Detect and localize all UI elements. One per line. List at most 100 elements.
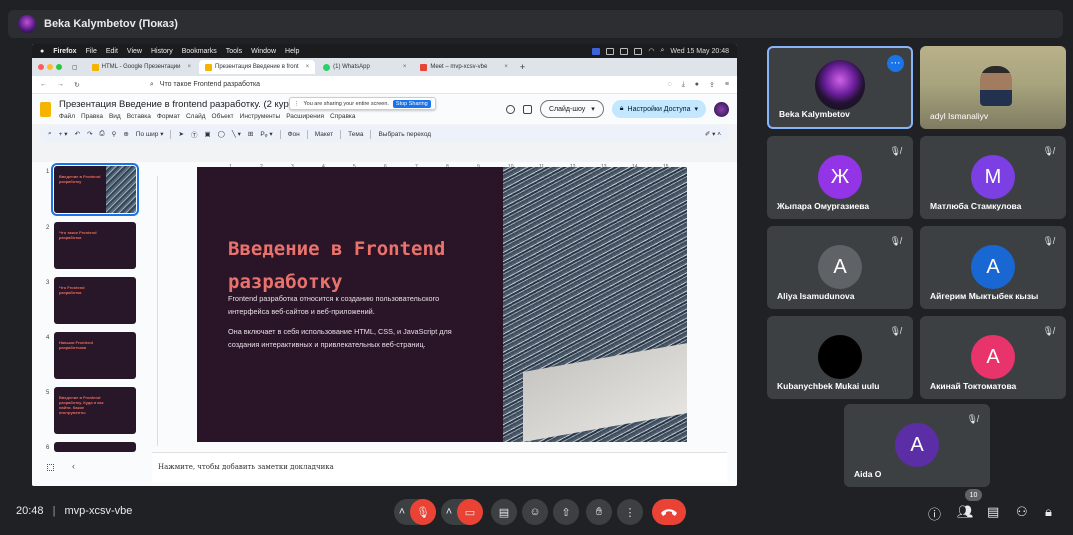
- new-tab-icon[interactable]: +: [520, 62, 525, 72]
- comments-icon[interactable]: [522, 104, 532, 114]
- shape-icon[interactable]: ◯: [218, 130, 225, 138]
- chevron-down-icon[interactable]: ▾: [694, 105, 698, 113]
- tab-overview-icon[interactable]: ▢: [72, 64, 78, 71]
- browser-tab[interactable]: (1) WhatsApp ×: [317, 60, 412, 74]
- slide-paragraph[interactable]: Она включает в себя использование HTML, …: [228, 325, 473, 351]
- account-avatar[interactable]: [714, 101, 729, 117]
- chevron-down-icon[interactable]: ▾: [591, 105, 595, 113]
- participant-tile[interactable]: 🎙︎̸ A Aliya Isamudunova: [767, 226, 913, 309]
- docs-menu-item[interactable]: Объект: [212, 113, 234, 120]
- image-icon[interactable]: ▣: [204, 130, 210, 138]
- docs-menu-item[interactable]: Вставка: [127, 113, 151, 120]
- browser-tab-active[interactable]: Презентация Введение в front ×: [199, 60, 316, 74]
- select-tool-icon[interactable]: ➤: [178, 130, 183, 138]
- present-screen-icon[interactable]: ⇧: [553, 499, 579, 525]
- url-field[interactable]: ⌕ Что такое Frontend разработка: [90, 81, 658, 89]
- emoji-icon[interactable]: ☺: [522, 499, 548, 525]
- slide-thumbnail[interactable]: Что Frontend разработка: [54, 277, 136, 324]
- menubar-item[interactable]: File: [86, 48, 97, 55]
- mic-off-icon[interactable]: 🎙︎: [410, 499, 436, 525]
- docs-menu-item[interactable]: Инструменты: [240, 113, 281, 120]
- docs-menu-item[interactable]: Файл: [59, 113, 75, 120]
- participant-tile[interactable]: 🎙︎̸ A Айгерим Мыктыбек кызы: [920, 226, 1066, 309]
- slide-photo-code-screen[interactable]: [503, 167, 687, 442]
- docs-menu-item[interactable]: Слайд: [186, 113, 206, 120]
- docs-menu-item[interactable]: Вид: [109, 113, 121, 120]
- close-tab-icon[interactable]: ×: [403, 64, 407, 70]
- captions-icon[interactable]: ▤: [491, 499, 517, 525]
- drag-handle-icon[interactable]: ⋮: [294, 101, 300, 107]
- redo-icon[interactable]: ↷: [87, 130, 92, 138]
- host-controls-icon[interactable]: 🔒︎: [1045, 504, 1052, 520]
- pocket-icon[interactable]: ◌: [668, 81, 672, 88]
- participant-tile[interactable]: 🎙︎̸ A Aida O: [844, 404, 990, 487]
- text-box-icon[interactable]: Ⓣ: [191, 129, 198, 139]
- slides-logo-icon[interactable]: [40, 101, 51, 117]
- more-options-icon[interactable]: ⋮: [617, 499, 643, 525]
- speaker-notes[interactable]: Нажмите, чтобы добавить заметки докладчи…: [152, 452, 727, 482]
- zoom-select[interactable]: По шир ▾: [136, 130, 164, 138]
- browser-tab[interactable]: HTML - Google Презентации ×: [86, 60, 197, 74]
- close-window-icon[interactable]: [38, 64, 44, 70]
- raise-hand-icon[interactable]: ✋︎: [586, 499, 612, 525]
- menubar-item[interactable]: Window: [251, 48, 276, 55]
- layout-button[interactable]: Макет: [315, 131, 333, 138]
- participant-tile[interactable]: adyl Ismanaliyv: [920, 46, 1066, 129]
- menubar-item[interactable]: Help: [285, 48, 299, 55]
- browser-tab[interactable]: Meet – mvp-xcsv-vbe ×: [414, 60, 514, 74]
- minimize-window-icon[interactable]: [47, 64, 53, 70]
- people-icon[interactable]: 👥︎: [957, 504, 974, 520]
- menubar-item[interactable]: Edit: [106, 48, 118, 55]
- pen-icon[interactable]: ✐ ▾ ˄: [705, 130, 721, 138]
- slideshow-button[interactable]: Слайд-шоу ▾: [539, 100, 604, 118]
- activities-icon[interactable]: ⚇: [1016, 504, 1028, 520]
- slide-title[interactable]: Введение в Frontend разработку: [228, 233, 488, 299]
- participant-tile[interactable]: ⋯ Beka Kalymbetov: [767, 46, 913, 129]
- zoom-icon[interactable]: ⊕: [123, 130, 128, 138]
- more-options-icon[interactable]: ⋯: [887, 55, 904, 72]
- docs-menu-item[interactable]: Справка: [330, 113, 356, 120]
- menubar-item[interactable]: Tools: [226, 48, 242, 55]
- theme-button[interactable]: Тема: [348, 131, 363, 138]
- menubar-item[interactable]: Bookmarks: [182, 48, 217, 55]
- download-icon[interactable]: ⤓: [682, 81, 685, 89]
- end-call-button[interactable]: [652, 499, 686, 525]
- menubar-item[interactable]: History: [151, 48, 173, 55]
- menu-icon[interactable]: ≡: [725, 81, 729, 88]
- close-tab-icon[interactable]: ×: [306, 64, 310, 70]
- transition-button[interactable]: Выбрать переход: [378, 131, 431, 138]
- meeting-info-icon[interactable]: ⓘ: [928, 504, 941, 523]
- grid-view-icon[interactable]: [47, 464, 54, 471]
- line-icon[interactable]: ╲ ▾: [232, 130, 241, 138]
- share-icon[interactable]: ⇪: [709, 81, 715, 89]
- chat-icon[interactable]: ▤: [987, 504, 999, 520]
- search-menus-icon[interactable]: ⌕: [48, 130, 52, 138]
- format-options-icon[interactable]: Pᵩ ▾: [260, 130, 272, 138]
- slide-thumbnail[interactable]: Навыки Frontend разработчика: [54, 332, 136, 379]
- background-button[interactable]: Фон: [288, 131, 300, 138]
- back-icon[interactable]: ←: [40, 81, 47, 88]
- reload-icon[interactable]: ↻: [74, 81, 80, 89]
- participant-tile[interactable]: 🎙︎̸ М Матлюба Стамкулова: [920, 136, 1066, 219]
- slide-thumbnail[interactable]: Введение в Frontend разработку. Куда и к…: [54, 387, 136, 434]
- slide-paragraph[interactable]: Frontend разработка относится к созданию…: [228, 292, 473, 318]
- slide-thumbnail[interactable]: Введение в Frontend разработку: [51, 163, 139, 216]
- close-tab-icon[interactable]: ×: [504, 64, 508, 70]
- participant-tile[interactable]: 🎙︎̸ A Акинай Токтоматова: [920, 316, 1066, 399]
- collapse-filmstrip-icon[interactable]: ‹: [72, 461, 75, 471]
- participant-tile[interactable]: 🎙︎̸ Ж Жыпара Омургазиева: [767, 136, 913, 219]
- mic-options-chevron-icon[interactable]: ˄: [394, 499, 410, 525]
- docs-menu-item[interactable]: Формат: [157, 113, 180, 120]
- docs-menu-item[interactable]: Расширения: [286, 113, 324, 120]
- menubar-item[interactable]: View: [127, 48, 142, 55]
- docs-menu-item[interactable]: Правка: [81, 113, 103, 120]
- add-slide-icon[interactable]: + ▾: [59, 130, 68, 138]
- forward-icon[interactable]: →: [57, 81, 64, 88]
- close-tab-icon[interactable]: ×: [187, 64, 191, 70]
- maximize-window-icon[interactable]: [56, 64, 62, 70]
- stop-sharing-button[interactable]: Stop Sharing: [392, 99, 431, 108]
- slide-thumbnail[interactable]: [54, 442, 136, 452]
- share-access-button[interactable]: 🔒︎ Настройки Доступа ▾: [611, 100, 706, 118]
- slide-thumbnail[interactable]: Что такое Frontend разработка: [54, 222, 136, 269]
- participant-tile[interactable]: 🎙︎̸ Kubanychbek Mukai uulu: [767, 316, 913, 399]
